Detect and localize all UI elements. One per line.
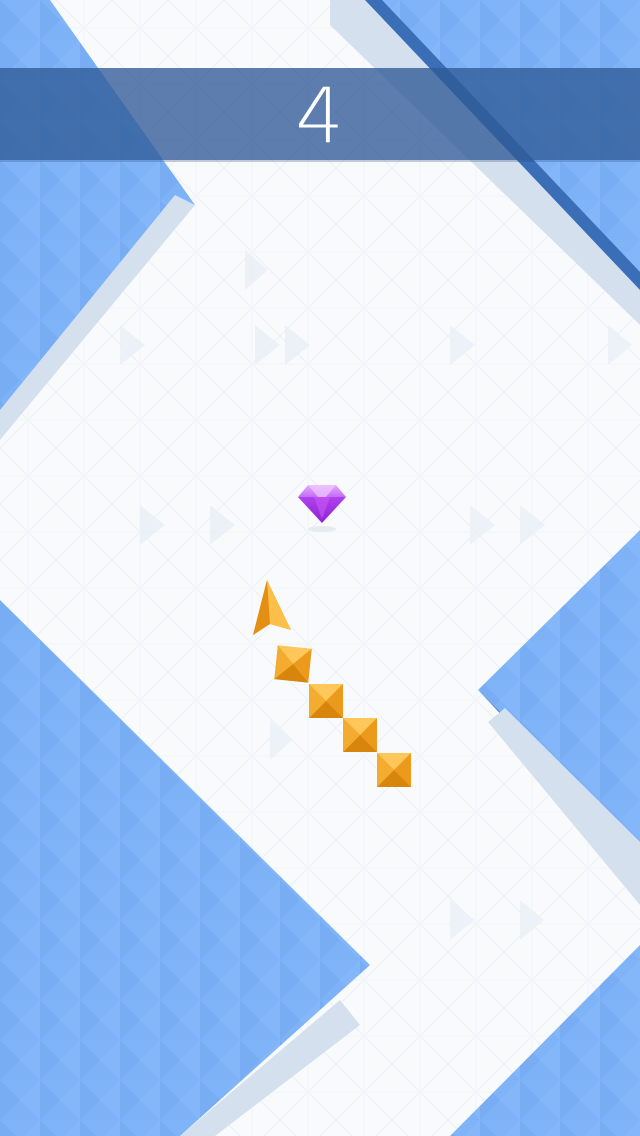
score-bar: 4 bbox=[0, 68, 640, 160]
score-value: 4 bbox=[295, 71, 345, 160]
game-board[interactable] bbox=[0, 0, 640, 1136]
pyramid-block-icon bbox=[377, 753, 411, 787]
pyramid-block-icon bbox=[309, 684, 343, 718]
pyramid-block-icon bbox=[343, 718, 377, 752]
pyramid-block-icon bbox=[274, 645, 312, 683]
game-screen[interactable]: 4 bbox=[0, 0, 640, 1136]
